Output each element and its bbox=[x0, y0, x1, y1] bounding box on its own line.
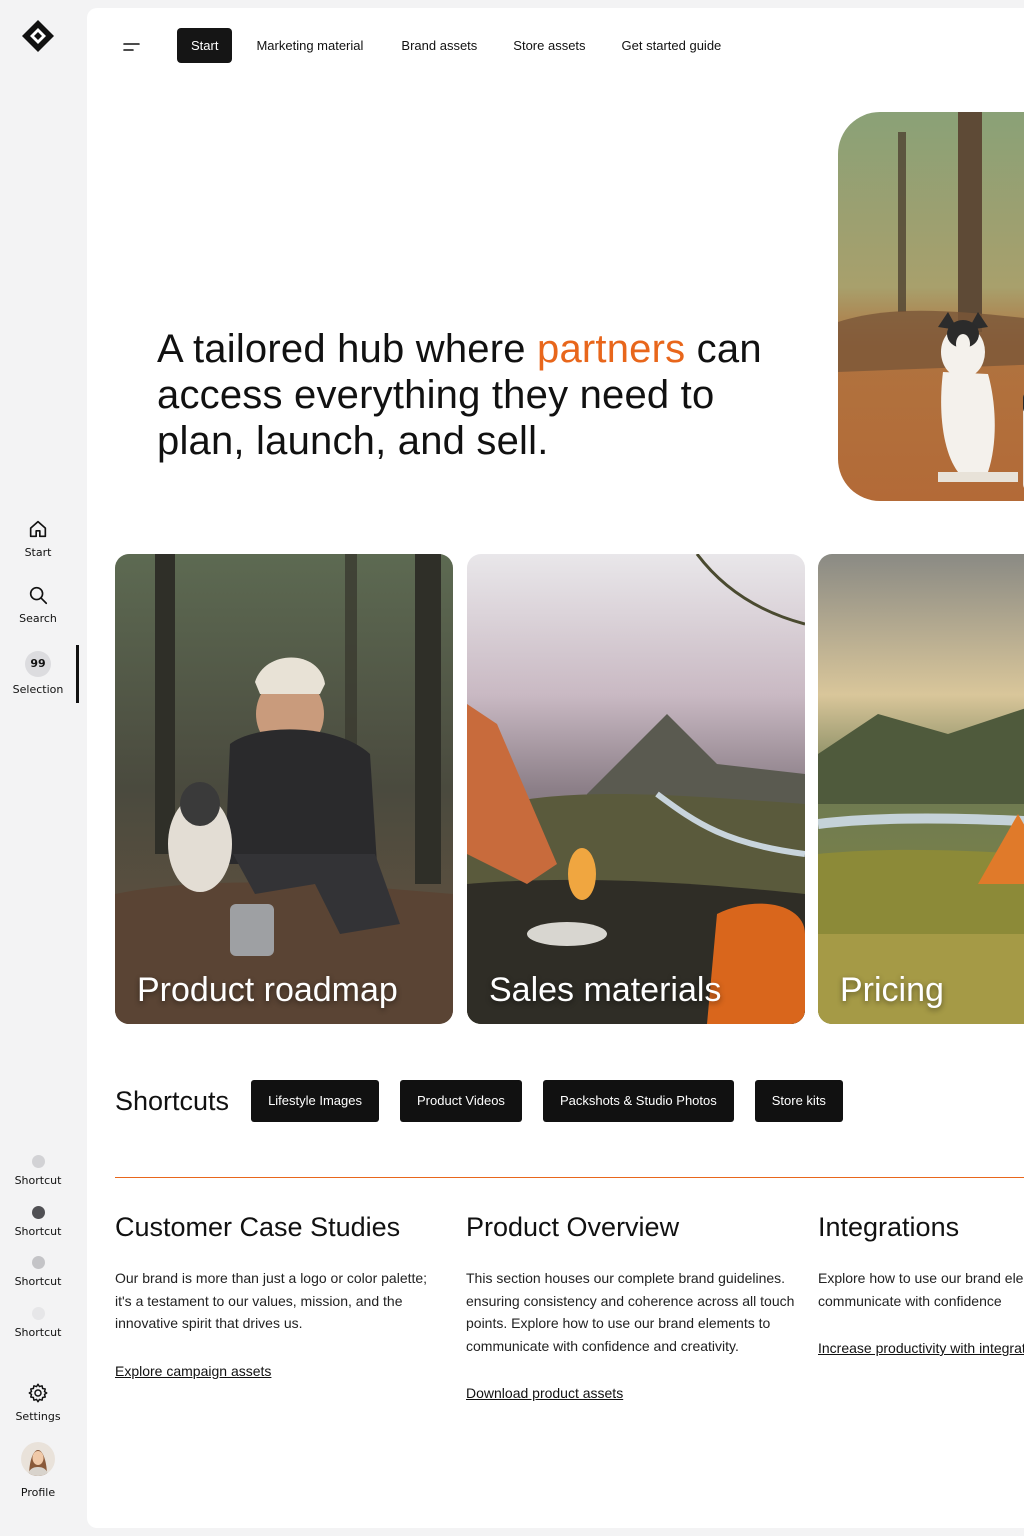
brand-logo-icon[interactable] bbox=[20, 18, 56, 54]
avatar bbox=[21, 1442, 55, 1476]
rail-shortcut-label: Shortcut bbox=[14, 1275, 62, 1288]
column-body: Our brand is more than just a logo or co… bbox=[115, 1270, 428, 1331]
hero-image bbox=[838, 112, 1024, 501]
search-icon bbox=[29, 586, 48, 605]
rail-shortcut-label: Shortcut bbox=[14, 1326, 62, 1339]
shortcuts-heading: Shortcuts bbox=[115, 1085, 230, 1116]
hero-title: A tailored hub where partners can access… bbox=[157, 326, 797, 464]
shortcut-chip-lifestyle-images[interactable]: Lifestyle Images bbox=[251, 1080, 379, 1122]
column-title: Customer Case Studies bbox=[115, 1212, 401, 1242]
column-title: Integrations bbox=[818, 1212, 960, 1242]
tab-brand-assets[interactable]: Brand assets bbox=[387, 28, 491, 63]
home-icon bbox=[29, 520, 47, 538]
download-product-assets-link[interactable]: Download product assets bbox=[466, 1385, 623, 1401]
rail-item-profile[interactable]: Profile bbox=[0, 1442, 76, 1499]
shortcut-dot-icon bbox=[31, 1307, 45, 1320]
card-photo bbox=[115, 554, 453, 1024]
column-product-overview: Product Overview This section houses our… bbox=[466, 1212, 806, 1402]
menu-icon[interactable] bbox=[121, 36, 143, 58]
section-divider bbox=[115, 1177, 1024, 1178]
left-rail: Start Search 99 Selection Shortcut Short… bbox=[0, 0, 80, 1536]
shortcut-dot-icon bbox=[31, 1256, 45, 1269]
hero-title-text: A tailored hub where bbox=[157, 327, 538, 371]
selection-count-badge: 99 bbox=[25, 651, 51, 677]
rail-item-settings[interactable]: Settings bbox=[0, 1382, 76, 1423]
column-customer-case-studies: Customer Case Studies Our brand is more … bbox=[115, 1212, 445, 1380]
rail-item-start[interactable]: Start bbox=[0, 518, 76, 559]
shortcut-chip-packshots[interactable]: Packshots & Studio Photos bbox=[542, 1080, 734, 1122]
rail-shortcut-2[interactable]: Shortcut bbox=[0, 1206, 76, 1238]
rail-item-label: Settings bbox=[15, 1410, 61, 1423]
rail-shortcut-4[interactable]: Shortcut bbox=[0, 1307, 76, 1339]
card-title: Pricing bbox=[840, 971, 944, 1009]
shortcut-dot-icon bbox=[31, 1206, 45, 1219]
rail-shortcut-3[interactable]: Shortcut bbox=[0, 1256, 76, 1288]
hero-photo bbox=[838, 112, 1024, 501]
rail-item-selection[interactable]: 99 Selection bbox=[0, 651, 76, 696]
column-title: Product Overview bbox=[466, 1212, 680, 1242]
rail-shortcut-1[interactable]: Shortcut bbox=[0, 1155, 76, 1187]
gear-icon bbox=[28, 1383, 48, 1403]
tab-start[interactable]: Start bbox=[177, 28, 233, 63]
increase-productivity-link[interactable]: Increase productivity with integrations bbox=[818, 1340, 1024, 1356]
column-body: Explore how to use our brand elements to… bbox=[818, 1270, 1024, 1309]
rail-item-search[interactable]: Search bbox=[0, 584, 76, 625]
column-integrations: Integrations Explore how to use our bran… bbox=[818, 1212, 1024, 1357]
rail-item-label: Selection bbox=[12, 683, 64, 696]
card-pricing[interactable]: Pricing bbox=[818, 554, 1024, 1024]
rail-shortcut-label: Shortcut bbox=[14, 1225, 62, 1238]
shortcut-chip-store-kits[interactable]: Store kits bbox=[754, 1080, 843, 1122]
hero-title-accent: partners bbox=[537, 327, 686, 371]
shortcuts-row: Shortcuts Lifestyle Images Product Video… bbox=[115, 1080, 864, 1122]
main-panel: Start Marketing material Brand assets St… bbox=[87, 8, 1024, 1528]
explore-campaign-assets-link[interactable]: Explore campaign assets bbox=[115, 1363, 271, 1379]
rail-shortcut-label: Shortcut bbox=[14, 1174, 62, 1187]
card-photo bbox=[467, 554, 805, 1024]
rail-item-label: Start bbox=[24, 546, 52, 559]
rail-item-label: Profile bbox=[20, 1486, 56, 1499]
active-rail-indicator bbox=[76, 645, 79, 703]
tab-marketing-material[interactable]: Marketing material bbox=[242, 28, 377, 63]
tab-store-assets[interactable]: Store assets bbox=[499, 28, 599, 63]
rail-item-label: Search bbox=[19, 612, 57, 625]
shortcut-dot-icon bbox=[31, 1155, 45, 1168]
tab-get-started-guide[interactable]: Get started guide bbox=[608, 28, 736, 63]
shortcut-chip-product-videos[interactable]: Product Videos bbox=[400, 1080, 522, 1122]
card-title: Product roadmap bbox=[137, 971, 398, 1009]
column-body: This section houses our complete brand g… bbox=[466, 1270, 795, 1354]
top-navigation: Start Marketing material Brand assets St… bbox=[177, 28, 739, 63]
card-photo bbox=[818, 554, 1024, 1024]
card-product-roadmap[interactable]: Product roadmap bbox=[115, 554, 453, 1024]
card-sales-materials[interactable]: Sales materials bbox=[467, 554, 805, 1024]
card-title: Sales materials bbox=[489, 971, 722, 1009]
